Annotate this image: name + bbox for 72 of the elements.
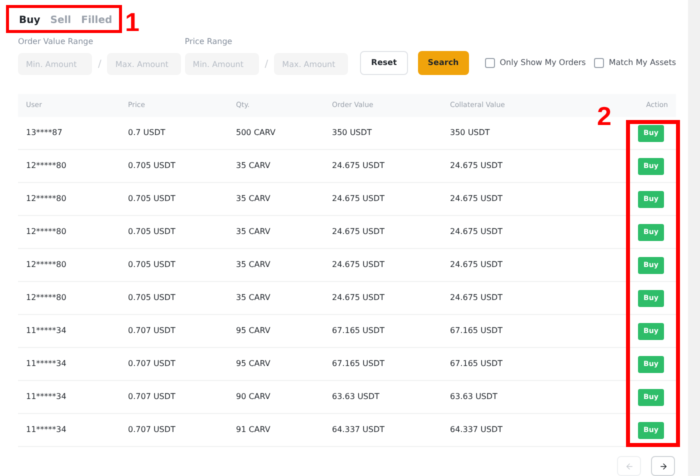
table-cell-text: 0.705 USDT — [128, 259, 176, 271]
table-cell-text: 67.165 USDT — [450, 325, 504, 337]
table-cell-text: 63.63 USDT — [450, 391, 498, 403]
table-cell-text: 0.707 USDT — [128, 424, 176, 436]
next-page-button[interactable] — [651, 456, 675, 476]
table-cell-text: 350 USDT — [332, 127, 373, 139]
table-cell-text: 90 CARV — [236, 391, 272, 403]
tab[interactable]: Sell — [50, 11, 72, 29]
table-cell-text: 0.7 USDT — [128, 127, 166, 139]
min-amount-field[interactable]: Min. Amount — [18, 53, 92, 75]
table-cell-text: 0.707 USDT — [128, 391, 176, 403]
table-cell-text: 24.675 USDT — [450, 193, 504, 205]
table-cell-text: 0.707 USDT — [128, 358, 176, 370]
table-cell-text: 24.675 USDT — [450, 259, 504, 271]
range-separator: / — [264, 58, 268, 72]
table-cell-text: 11*****34 — [26, 325, 68, 337]
table-cell-text: 24.675 USDT — [450, 160, 504, 172]
table-cell-text: 35 CARV — [236, 259, 272, 271]
reset-button[interactable]: Reset — [360, 51, 408, 75]
max-amount-field[interactable]: Max. Amount — [274, 53, 348, 75]
arrow-left-icon — [624, 462, 634, 470]
table-cell-text: 24.675 USDT — [332, 292, 386, 304]
table-cell-text: 500 CARV — [236, 127, 276, 139]
table-cell-text: 67.165 USDT — [450, 358, 504, 370]
table-cell-text: 24.675 USDT — [450, 226, 504, 238]
table-cell-text: 95 CARV — [236, 358, 272, 370]
table-cell-text: 35 CARV — [236, 226, 272, 238]
table-cell-text: 13****87 — [26, 127, 64, 139]
table-cell-text: 12*****80 — [26, 292, 68, 304]
search-button[interactable]: Search — [418, 51, 469, 75]
table-cell-text: 12*****80 — [26, 160, 68, 172]
table-cell-text: 11*****34 — [26, 391, 68, 403]
table-cell-text: 0.705 USDT — [128, 226, 176, 238]
table-cell-text: 24.675 USDT — [332, 259, 386, 271]
table-cell-text: 12*****80 — [26, 259, 68, 271]
annotation-number: 1 — [125, 6, 140, 38]
table-cell-text: 0.705 USDT — [128, 292, 176, 304]
max-amount-field[interactable]: Max. Amount — [107, 53, 182, 75]
annotation-number: 2 — [597, 100, 612, 132]
table-cell-text: 24.675 USDT — [332, 193, 386, 205]
table-cell-text: 35 CARV — [236, 292, 272, 304]
checkbox[interactable] — [594, 58, 604, 68]
arrow-right-icon — [658, 462, 668, 470]
table-cell-text: 12*****80 — [26, 193, 68, 205]
table-cell-text: 12*****80 — [26, 226, 68, 238]
table-cell-text: 0.707 USDT — [128, 325, 176, 337]
checkbox-label: Match My Assets — [608, 57, 676, 69]
tab[interactable]: Buy — [19, 11, 40, 29]
range-separator: / — [98, 58, 102, 72]
min-amount-field[interactable]: Min. Amount — [184, 53, 259, 75]
tab[interactable]: Filled — [81, 11, 112, 29]
table-cell-text: 24.675 USDT — [332, 160, 386, 172]
table-cell-text: 35 CARV — [236, 160, 272, 172]
table-cell-text: 350 USDT — [450, 127, 491, 139]
table-cell-text: 35 CARV — [236, 193, 272, 205]
table-cell-text: 95 CARV — [236, 325, 272, 337]
table-cell-text: 63.63 USDT — [332, 391, 380, 403]
table-cell-text: 67.165 USDT — [332, 325, 386, 337]
table-cell-text: 91 CARV — [236, 424, 272, 436]
filter-label: Order Value Range — [18, 37, 94, 47]
table-cell-text: 11*****34 — [26, 358, 68, 370]
table-cell-text: 64.337 USDT — [450, 424, 504, 436]
checkbox-label: Only Show My Orders — [500, 57, 586, 69]
filter-label: Price Range — [184, 37, 234, 47]
table-cell-text: 0.705 USDT — [128, 193, 176, 205]
table-cell-text: 64.337 USDT — [332, 424, 386, 436]
table-cell-text: 11*****34 — [26, 424, 68, 436]
table-cell-text: 0.705 USDT — [128, 160, 176, 172]
table-cell-text: 24.675 USDT — [332, 226, 386, 238]
table-cell-text: 24.675 USDT — [450, 292, 504, 304]
table-cell-text: 67.165 USDT — [332, 358, 386, 370]
checkbox[interactable] — [484, 58, 495, 68]
